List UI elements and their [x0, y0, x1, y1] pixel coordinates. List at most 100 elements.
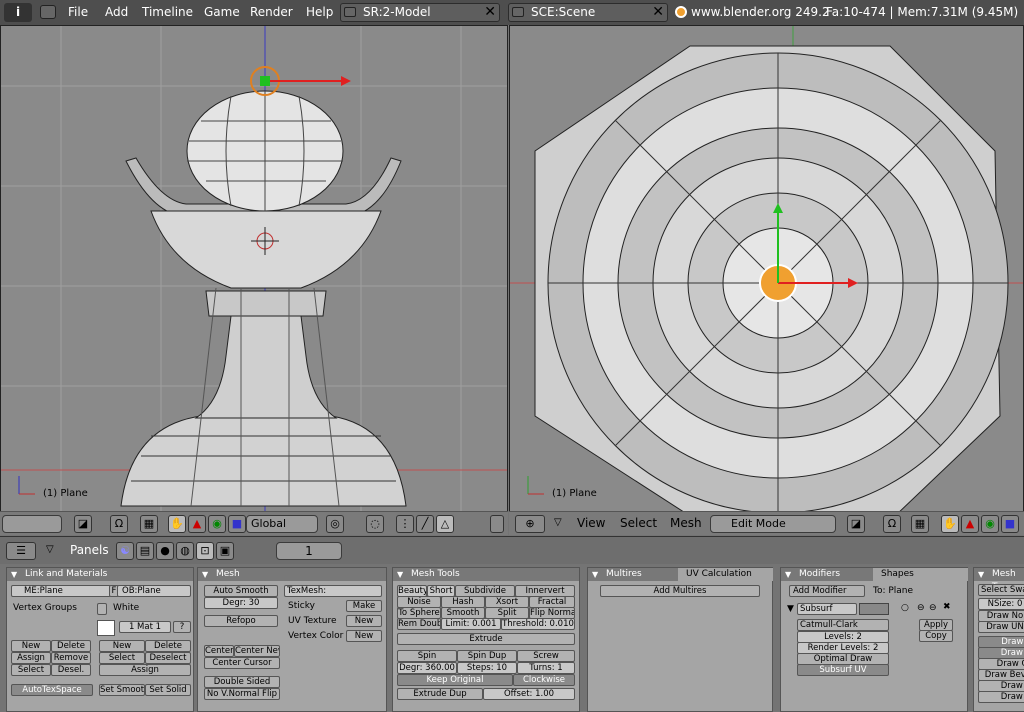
draw-vnormals-toggle[interactable]: Draw UN [978, 621, 1024, 633]
draw-type-icon[interactable]: ◪ [847, 515, 865, 533]
move-down-icon[interactable]: ⊖ [929, 603, 937, 613]
vcol-new-button[interactable]: New [346, 630, 382, 642]
turns-field[interactable]: Turns: 1 [517, 662, 575, 674]
grid-icon[interactable]: ▦ [140, 515, 158, 533]
color-swatch[interactable] [97, 620, 115, 636]
move-up-icon[interactable]: ⊖ [917, 603, 925, 613]
info-icon[interactable]: i [4, 3, 32, 22]
vgroup-select-button[interactable]: Select [11, 664, 51, 676]
steps-field[interactable]: Steps: 10 [457, 662, 517, 674]
close-icon[interactable]: ✖ [943, 602, 951, 612]
subdivision-type-select[interactable]: Catmull-Clark [797, 619, 889, 631]
mesh-name-field[interactable]: ME:Plane [11, 585, 111, 597]
circle-icon[interactable]: ○ [901, 603, 909, 613]
menu-select[interactable]: Select [620, 516, 657, 530]
rem-doubl-button[interactable]: Rem Doubl [397, 618, 441, 630]
draw-sharp-toggle[interactable]: Draw S [978, 691, 1024, 703]
help-button[interactable]: ? [173, 621, 191, 633]
object-name-field[interactable]: OB:Plane [117, 585, 191, 597]
extrude-button[interactable]: Extrude [397, 633, 575, 645]
menu-game[interactable]: Game [204, 5, 240, 21]
material-index-field[interactable]: 1 Mat 1 [119, 621, 171, 633]
scene-icon[interactable]: ▣ [216, 542, 234, 560]
sticky-make-button[interactable]: Make [346, 600, 382, 612]
vgroup-deselect-button[interactable]: Desel. [51, 664, 91, 676]
menu-timeline[interactable]: Timeline [142, 5, 193, 21]
auto-smooth-toggle[interactable]: Auto Smooth [204, 585, 278, 597]
collapse-menus-icon[interactable] [40, 5, 56, 19]
menu-add[interactable]: Add [105, 5, 128, 21]
tab-shapes[interactable]: Shapes [873, 568, 968, 581]
mat-new-button[interactable]: New [99, 640, 145, 652]
square-icon[interactable]: ■ [228, 515, 246, 533]
tab-uv-calculation[interactable]: UV Calculation [678, 568, 773, 581]
limit-field[interactable]: Limit: 0.001 [441, 618, 501, 630]
clockwise-toggle[interactable]: Clockwise [513, 674, 575, 686]
magnet-icon[interactable]: Ω [883, 515, 901, 533]
add-modifier-menu[interactable]: Add Modifier [789, 585, 865, 597]
scale-icon[interactable]: ◉ [981, 515, 999, 533]
modifier-toggle-icons[interactable] [859, 603, 889, 615]
menu-help[interactable]: Help [306, 5, 333, 21]
view-selector[interactable] [2, 515, 62, 533]
mode-select[interactable]: Edit Mode [710, 515, 836, 533]
magnet-icon[interactable]: Ω [110, 515, 128, 533]
frame-field[interactable]: 1 [276, 542, 342, 560]
scene-browse-icon[interactable] [512, 7, 524, 17]
menu-mesh[interactable]: Mesh [670, 516, 702, 530]
scene-selector[interactable]: SCE:Scene ✕ [508, 3, 668, 22]
refopo-field[interactable]: Refopo [204, 615, 278, 627]
face-select-icon[interactable]: △ [436, 515, 454, 533]
logic-icon[interactable]: ☯ [116, 542, 134, 560]
extrude-dup-button[interactable]: Extrude Dup [397, 688, 483, 700]
uv-new-button[interactable]: New [346, 615, 382, 627]
subsurf-uv-toggle[interactable]: Subsurf UV [797, 664, 889, 676]
close-icon[interactable]: ✕ [652, 4, 664, 21]
collapse-icon[interactable]: ▽ [46, 544, 54, 555]
collapse-icon[interactable]: ▼ [787, 604, 794, 614]
screen-browse-icon[interactable] [344, 7, 356, 17]
keep-original-toggle[interactable]: Keep Original [397, 674, 513, 686]
spin-button[interactable]: Spin [397, 650, 457, 662]
threshold-field[interactable]: Threshold: 0.010 [501, 618, 575, 630]
extra-icon[interactable] [490, 515, 504, 533]
script-icon[interactable]: ▤ [136, 542, 154, 560]
copy-button[interactable]: Copy [919, 630, 953, 642]
layer-icon[interactable]: ◌ [366, 515, 384, 533]
tab-modifiers[interactable]: Modifiers [781, 568, 873, 581]
texmesh-field[interactable]: TexMesh: [284, 585, 382, 597]
vertex-select-icon[interactable]: ⋮ [396, 515, 414, 533]
square-icon[interactable]: ■ [1001, 515, 1019, 533]
autotexspace-toggle[interactable]: AutoTexSpace [11, 684, 93, 696]
screw-button[interactable]: Screw [517, 650, 575, 662]
view-type-icon[interactable]: ⊕ [515, 515, 545, 533]
mat-delete-button[interactable]: Delete [145, 640, 191, 652]
vgroup-delete-button[interactable]: Delete [51, 640, 91, 652]
center-button[interactable]: Center [204, 645, 234, 657]
rotate-icon[interactable]: ▲ [961, 515, 979, 533]
rotate-icon[interactable]: ▲ [188, 515, 206, 533]
mat-assign-button[interactable]: Assign [99, 664, 191, 676]
object-icon[interactable]: ◍ [176, 542, 194, 560]
no-vnormal-flip-toggle[interactable]: No V.Normal Flip [204, 688, 280, 700]
scale-icon[interactable]: ◉ [208, 515, 226, 533]
viewport-front[interactable]: (1) Plane [0, 25, 508, 512]
menu-render[interactable]: Render [250, 5, 293, 21]
editor-type-icon[interactable]: ☰ [6, 542, 36, 560]
degr-field[interactable]: Degr: 30 [204, 597, 278, 609]
material-browse-button[interactable] [97, 603, 107, 615]
select-swap-button[interactable]: Select Swa [978, 584, 1024, 596]
nsize-field[interactable]: NSize: 0 [978, 598, 1024, 610]
close-icon[interactable]: ✕ [484, 4, 496, 21]
editing-icon[interactable]: ⊡ [196, 542, 214, 560]
mat-select-button[interactable]: Select [99, 652, 145, 664]
screen-selector[interactable]: SR:2-Model ✕ [340, 3, 500, 22]
center-cursor-button[interactable]: Center Cursor [204, 657, 280, 669]
center-new-button[interactable]: Center New [234, 645, 280, 657]
offset-field[interactable]: Offset: 1.00 [483, 688, 575, 700]
pivot-icon[interactable]: ◎ [326, 515, 344, 533]
menu-view[interactable]: View [577, 516, 605, 530]
orientation-select[interactable]: Global [246, 515, 318, 533]
view-menu-icon[interactable]: ◪ [74, 515, 92, 533]
add-multires-button[interactable]: Add Multires [600, 585, 760, 597]
